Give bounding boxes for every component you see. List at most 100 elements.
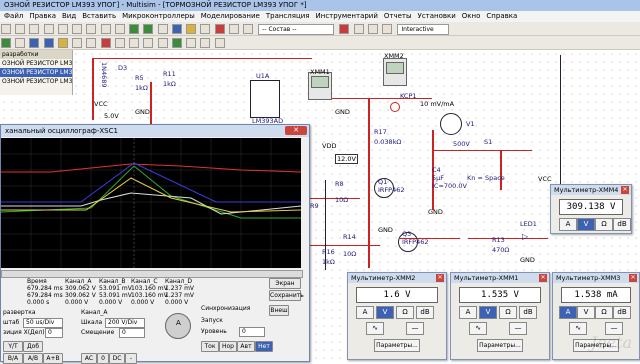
mode-a-button[interactable]: A bbox=[356, 306, 374, 319]
spreadsheet-icon[interactable] bbox=[228, 24, 239, 34]
zoom-fit-icon[interactable] bbox=[157, 24, 168, 34]
close-icon[interactable]: ✕ bbox=[436, 274, 444, 282]
mode-a-button[interactable]: A bbox=[459, 306, 477, 319]
trigger-normal-button[interactable]: Нор bbox=[219, 341, 237, 352]
mode-a-button[interactable]: A bbox=[559, 218, 577, 231]
oscilloscope-scrollbar[interactable] bbox=[1, 270, 303, 278]
cut-icon[interactable] bbox=[57, 24, 68, 34]
mode-add-button[interactable]: Доб bbox=[23, 341, 43, 352]
oscilloscope-titlebar[interactable]: ханальный осциллограф-XSC1 ✕ bbox=[1, 125, 309, 137]
mode-v-button[interactable]: V bbox=[577, 306, 595, 319]
mode-yt-button[interactable]: Y/T bbox=[3, 341, 23, 352]
menu-mcu[interactable]: Микроконтроллеры bbox=[122, 11, 195, 22]
instrument-icon[interactable] bbox=[214, 24, 225, 34]
coupling-ac-button[interactable]: AC bbox=[81, 353, 97, 364]
menu-insert[interactable]: Вставить bbox=[82, 11, 116, 22]
close-icon[interactable]: ✕ bbox=[285, 126, 307, 135]
close-icon[interactable]: ✕ bbox=[621, 186, 629, 194]
design-tree-item[interactable]: ОЗНОЙ РЕЗИСТОР LM39 bbox=[0, 68, 72, 77]
zoom-in-icon[interactable] bbox=[129, 24, 140, 34]
mode-aplusb-button[interactable]: А+В bbox=[43, 353, 63, 364]
parameters-button[interactable]: Параметры... bbox=[477, 339, 523, 352]
netlist-icon[interactable] bbox=[242, 24, 253, 34]
ext-trigger-button[interactable]: Внеш bbox=[269, 305, 289, 316]
transistor-icon[interactable] bbox=[43, 38, 54, 48]
indicator-icon[interactable] bbox=[114, 38, 125, 48]
database-icon[interactable] bbox=[186, 24, 197, 34]
coupling-zero-button[interactable]: 0 bbox=[97, 353, 109, 364]
source-icon[interactable] bbox=[1, 38, 11, 48]
save-button[interactable]: Сохранить bbox=[269, 290, 304, 301]
mode-db-button[interactable]: dB bbox=[613, 218, 631, 231]
menu-tools[interactable]: Инструментарий bbox=[316, 11, 378, 22]
opamp-u1a-symbol[interactable] bbox=[250, 80, 280, 118]
mode-db-button[interactable]: dB bbox=[613, 306, 631, 319]
coupling-minus-button[interactable]: - bbox=[125, 353, 137, 364]
design-tree-item[interactable]: ОЗНОЙ РЕЗИСТОР LM39 bbox=[0, 77, 72, 86]
hierarchy-icon[interactable] bbox=[200, 38, 211, 48]
component-icon[interactable] bbox=[171, 24, 182, 34]
rf-icon[interactable] bbox=[157, 38, 168, 48]
mode-db-button[interactable]: dB bbox=[519, 306, 537, 319]
close-icon[interactable]: ✕ bbox=[629, 274, 637, 282]
current-probe-icon[interactable] bbox=[390, 102, 400, 112]
menu-transfer[interactable]: Трансляция bbox=[266, 11, 310, 22]
mode-v-button[interactable]: V bbox=[577, 218, 595, 231]
mode-ba-button[interactable]: В/А bbox=[3, 353, 23, 364]
multimeter-title[interactable]: Мультиметр-XMM3 ✕ bbox=[553, 273, 639, 283]
coupling-dc-button[interactable]: DC bbox=[109, 353, 125, 364]
pause-icon[interactable] bbox=[367, 24, 378, 34]
menu-simulate[interactable]: Моделирование bbox=[201, 11, 260, 22]
redo-icon[interactable] bbox=[114, 24, 125, 34]
menu-window[interactable]: Окно bbox=[462, 11, 481, 22]
trigger-single-button[interactable]: Ток bbox=[201, 341, 219, 352]
ac-mode-icon[interactable]: ∿ bbox=[366, 322, 384, 335]
trigger-level-input[interactable]: 0 bbox=[239, 327, 265, 337]
mode-ab-button[interactable]: А/В bbox=[23, 353, 43, 364]
mode-v-button[interactable]: V bbox=[479, 306, 497, 319]
grapher-icon[interactable] bbox=[200, 24, 211, 34]
reverse-button[interactable]: Экран bbox=[269, 278, 301, 289]
multimeter-title[interactable]: Мультиметр-XMM4 ✕ bbox=[551, 185, 631, 195]
dc-mode-icon[interactable]: — bbox=[509, 322, 527, 335]
print-icon[interactable] bbox=[43, 24, 54, 34]
stop-icon[interactable] bbox=[382, 24, 393, 34]
ttl-icon[interactable] bbox=[72, 38, 83, 48]
open-file-icon[interactable] bbox=[15, 24, 26, 34]
undo-icon[interactable] bbox=[100, 24, 111, 34]
connector-icon[interactable] bbox=[186, 38, 197, 48]
cmos-icon[interactable] bbox=[86, 38, 97, 48]
design-tree-item[interactable]: ОЗНОЙ РЕЗИСТОР LM39 bbox=[0, 59, 72, 68]
mode-ohm-button[interactable]: Ω bbox=[499, 306, 517, 319]
mode-db-button[interactable]: dB bbox=[416, 306, 434, 319]
paste-icon[interactable] bbox=[86, 24, 97, 34]
diode-icon[interactable] bbox=[29, 38, 40, 48]
bus-icon[interactable] bbox=[214, 38, 225, 48]
trigger-none-button[interactable]: Нет bbox=[255, 341, 273, 352]
channel-offset-input[interactable]: 0 bbox=[119, 328, 145, 338]
run-icon[interactable] bbox=[353, 24, 364, 34]
mode-v-button[interactable]: V bbox=[376, 306, 394, 319]
timebase-offset-input[interactable]: 0 bbox=[45, 328, 63, 338]
led-icon[interactable]: ▷ bbox=[522, 233, 530, 241]
basic-icon[interactable] bbox=[15, 38, 26, 48]
multimeter-xmm1-symbol[interactable] bbox=[308, 72, 332, 100]
new-file-icon[interactable] bbox=[1, 24, 11, 34]
multimeter-title[interactable]: Мультиметр-XMM1 ✕ bbox=[451, 273, 549, 283]
save-icon[interactable] bbox=[29, 24, 40, 34]
in-use-list-combo[interactable]: -- Состав -- bbox=[258, 24, 335, 35]
dc-mode-icon[interactable]: — bbox=[406, 322, 424, 335]
menu-options[interactable]: Установки bbox=[418, 11, 456, 22]
close-icon[interactable]: ✕ bbox=[539, 274, 547, 282]
voltage-source-v1-symbol[interactable] bbox=[440, 113, 462, 135]
menu-view[interactable]: Вид bbox=[62, 11, 76, 22]
channel-scale-input[interactable]: 200 V/Div bbox=[105, 318, 145, 328]
parameters-button[interactable]: Параметры... bbox=[374, 339, 420, 352]
menu-file[interactable]: Файл bbox=[4, 11, 23, 22]
menu-help[interactable]: Справка bbox=[486, 11, 517, 22]
menu-reports[interactable]: Отчеты bbox=[384, 11, 412, 22]
help-icon[interactable] bbox=[339, 24, 350, 34]
copy-icon[interactable] bbox=[72, 24, 83, 34]
mode-a-button[interactable]: A bbox=[559, 306, 577, 319]
multimeter-title[interactable]: Мультиметр-XMM2 ✕ bbox=[348, 273, 446, 283]
